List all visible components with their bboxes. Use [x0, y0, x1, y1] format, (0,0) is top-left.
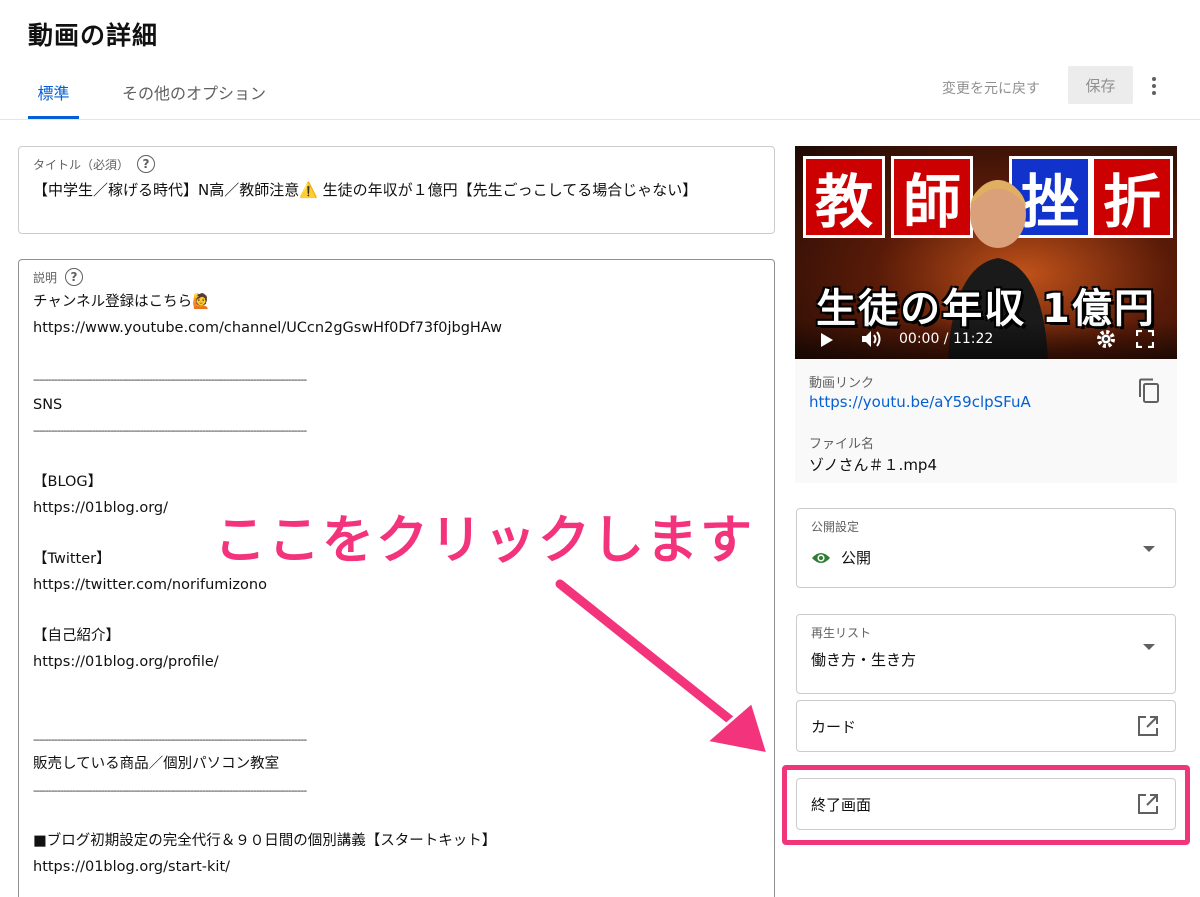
title-field[interactable]: タイトル（必須） ? 【中学生／稼げる時代】N高／教師注意⚠️ 生徒の年収が１億…	[18, 146, 775, 234]
highlight-box	[782, 765, 1190, 845]
description-field-label: 説明	[33, 270, 58, 285]
description-line: https://01blog.org/profile/	[33, 653, 219, 670]
description-line: 【自己紹介】	[33, 627, 120, 644]
description-line	[33, 701, 753, 727]
description-line: チャンネル登録はこちら🙋	[33, 294, 211, 310]
chevron-down-icon	[1143, 644, 1155, 650]
video-thumbnail[interactable]: 教 師 挫 折 生徒の年収 1億円 00:00 / 11:22	[795, 146, 1177, 359]
description-line: 販売している商品／個別パソコン教室	[33, 756, 280, 773]
playlist-label: 再生リスト	[811, 626, 872, 640]
description-field[interactable]: 説明 ? チャンネル登録はこちら🙋 https://www.youtube.com…	[18, 259, 775, 897]
save-button[interactable]: 保存	[1068, 66, 1133, 104]
volume-icon[interactable]	[861, 330, 883, 348]
description-line: ----------------------------------------…	[33, 373, 307, 387]
description-line	[33, 598, 753, 624]
undo-changes-button[interactable]: 変更を元に戻す	[942, 78, 1040, 98]
description-line: https://01blog.org/start-kit/	[33, 859, 231, 876]
play-icon[interactable]	[821, 333, 833, 347]
description-line: SNS	[33, 396, 63, 413]
title-input[interactable]: 【中学生／稼げる時代】N高／教師注意⚠️ 生徒の年収が１億円【先生ごっこしてる場…	[33, 179, 697, 200]
description-line	[33, 804, 753, 830]
chevron-down-icon	[1143, 546, 1155, 552]
file-name: ゾノさん＃１.mp4	[809, 456, 937, 474]
file-name-label: ファイル名	[809, 437, 875, 452]
title-field-label: タイトル（必須）	[33, 157, 130, 172]
description-line: ----------------------------------------…	[33, 424, 307, 438]
description-line	[33, 675, 753, 701]
description-line: ----------------------------------------…	[33, 784, 307, 798]
playlist-value: 働き方・生き方	[811, 651, 917, 669]
player-controls: 00:00 / 11:22	[795, 321, 1177, 359]
thumbnail-text: 教	[803, 156, 885, 238]
video-details-page: 動画の詳細 標準 その他のオプション 変更を元に戻す 保存 タイトル（必須） ?…	[0, 0, 1200, 897]
help-icon[interactable]: ?	[65, 268, 84, 286]
fullscreen-icon[interactable]	[1136, 330, 1154, 348]
visibility-label: 公開設定	[811, 520, 860, 534]
more-vert-icon[interactable]	[1143, 72, 1165, 100]
description-input[interactable]: チャンネル登録はこちら🙋 https://www.youtube.com/chan…	[33, 290, 753, 881]
description-line: ----------------------------------------…	[33, 732, 307, 746]
tab-more-options[interactable]: その他のオプション	[122, 80, 266, 119]
description-line	[33, 444, 753, 470]
gear-icon[interactable]	[1096, 329, 1116, 349]
description-line: https://www.youtube.com/channel/UCcn2gGs…	[33, 319, 502, 336]
visibility-select[interactable]: 公開設定 公開	[796, 508, 1176, 588]
video-link-label: 動画リンク	[809, 376, 875, 391]
help-icon[interactable]: ?	[137, 155, 156, 173]
description-line: ■ブログ初期設定の完全代行＆９０日間の個別講義【スタートキット】	[33, 833, 497, 850]
page-title: 動画の詳細	[28, 21, 159, 50]
description-line	[33, 341, 753, 367]
thumbnail-text: 折	[1091, 156, 1173, 238]
visibility-value: 公開	[841, 549, 872, 567]
open-in-new-icon	[1138, 716, 1158, 736]
playlist-select[interactable]: 再生リスト 働き方・生き方	[796, 614, 1176, 694]
tab-standard[interactable]: 標準	[28, 80, 79, 119]
description-line: https://twitter.com/norifumizono	[33, 576, 267, 593]
description-line: 【BLOG】	[33, 473, 103, 490]
playback-time: 00:00 / 11:22	[899, 331, 994, 347]
annotation-text: ここをクリックします	[214, 511, 755, 571]
video-link[interactable]: https://youtu.be/aY59clpSFuA	[809, 393, 1031, 411]
copy-icon[interactable]	[1137, 378, 1161, 404]
video-preview-card: 教 師 挫 折 生徒の年収 1億円 00:00 / 11:22 動画リンク ht…	[795, 146, 1177, 483]
eye-icon	[812, 552, 830, 563]
cards-label: カード	[811, 718, 857, 736]
cards-button[interactable]: カード	[796, 700, 1176, 752]
